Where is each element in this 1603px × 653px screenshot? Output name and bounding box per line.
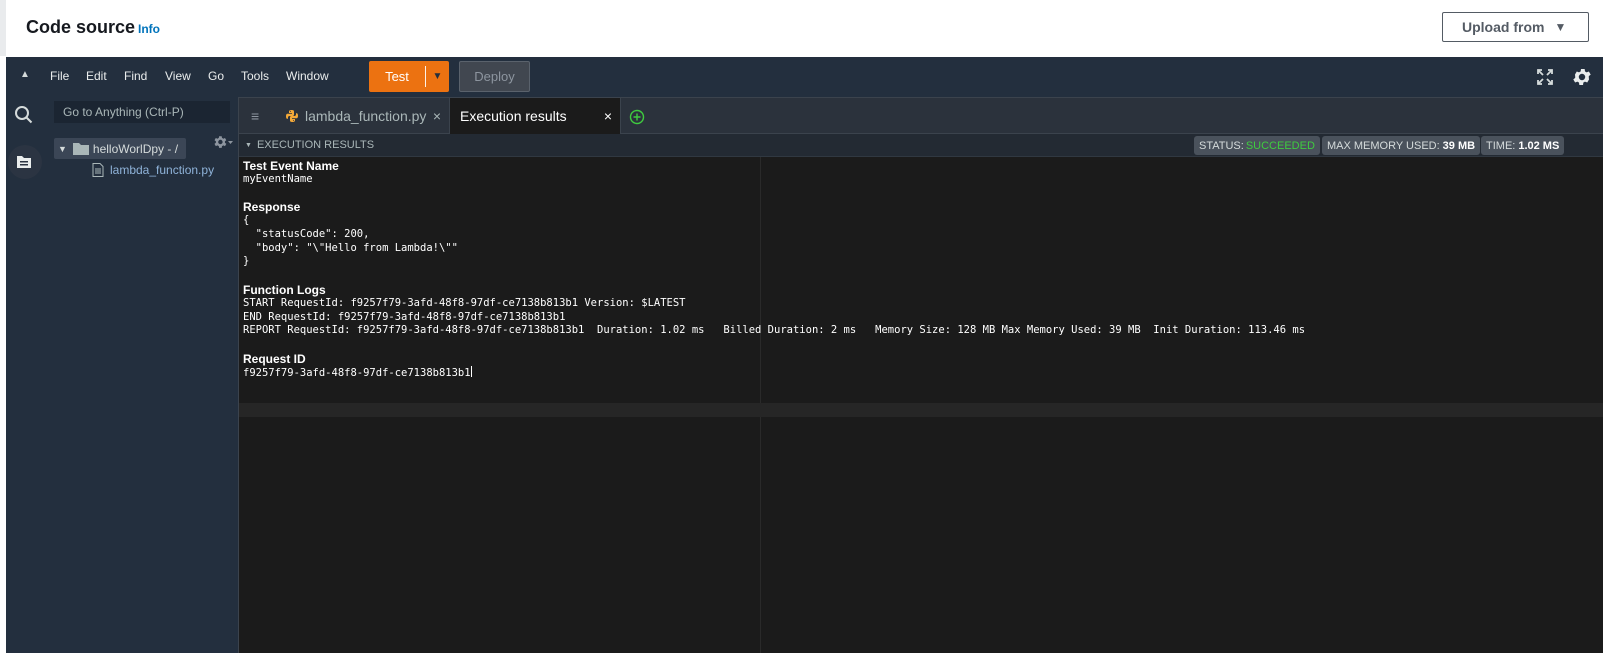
response-line: } xyxy=(243,255,250,268)
tree-folder-root[interactable]: ▼ helloWorlDpy - / xyxy=(54,138,187,159)
folder-icon[interactable] xyxy=(14,152,34,172)
caret-down-icon: ▼ xyxy=(1554,20,1567,34)
cloud9-ide: ▲ File Edit Find View Go Tools Window Te… xyxy=(6,57,1603,653)
folder-icon xyxy=(72,142,89,155)
search-icon[interactable] xyxy=(14,105,34,125)
gear-icon[interactable] xyxy=(1571,66,1593,88)
close-tab-icon[interactable]: × xyxy=(604,108,612,124)
test-button[interactable]: Test ▼ xyxy=(369,61,449,92)
log-line: REPORT RequestId: f9257f79-3afd-48f8-97d… xyxy=(243,324,1306,337)
file-icon xyxy=(92,163,104,177)
request-id-value: f9257f79-3afd-48f8-97df-ce7138b813b1 xyxy=(243,366,471,379)
menu-go[interactable]: Go xyxy=(208,69,224,83)
deploy-button[interactable]: Deploy xyxy=(459,61,530,92)
response-line: "statusCode": 200, xyxy=(243,228,370,241)
tree-settings-gear-icon[interactable] xyxy=(212,135,234,149)
request-id-heading: Request ID xyxy=(243,351,306,366)
close-tab-icon[interactable]: × xyxy=(433,108,441,124)
tab-execution-results[interactable]: Execution results × xyxy=(449,98,621,134)
memory-label: MAX MEMORY USED: xyxy=(1327,139,1440,152)
time-value: 1.02 MS xyxy=(1518,139,1560,152)
ide-left-rail xyxy=(6,97,42,653)
execution-results-toggle[interactable]: ▼ EXECUTION RESULTS xyxy=(245,139,374,151)
text-cursor xyxy=(470,365,472,377)
python-file-icon xyxy=(286,110,298,122)
active-line-highlight xyxy=(239,403,1603,417)
page-title: Code source xyxy=(26,17,136,37)
tab-file-label: lambda_function.py xyxy=(305,108,427,124)
execution-results-header: ▼ EXECUTION RESULTS STATUS: SUCCEEDED MA… xyxy=(239,134,1603,157)
editor-tabbar: ≡ lambda_function.py × Execution results… xyxy=(239,97,1603,134)
test-event-heading: Test Event Name xyxy=(243,159,339,173)
test-button-label: Test xyxy=(385,69,409,84)
upload-from-button[interactable]: Upload from ▼ xyxy=(1442,12,1589,42)
editor-area: ≡ lambda_function.py × Execution results… xyxy=(238,97,1603,653)
menu-tools[interactable]: Tools xyxy=(241,69,269,83)
memory-value: 39 MB xyxy=(1442,139,1476,152)
fullscreen-icon[interactable] xyxy=(1536,68,1554,86)
status-value: SUCCEEDED xyxy=(1245,139,1315,152)
time-badge: TIME: 1.02 MS xyxy=(1481,136,1565,155)
info-link[interactable]: Info xyxy=(138,22,160,36)
tree-file-label: lambda_function.py xyxy=(110,163,215,177)
ide-menubar: ▲ File Edit Find View Go Tools Window Te… xyxy=(6,57,1603,97)
test-dropdown-caret-icon[interactable]: ▼ xyxy=(426,71,449,82)
tree-folder-label: helloWorlDpy - / xyxy=(92,141,179,156)
time-label: TIME: xyxy=(1486,139,1516,152)
test-button-divider xyxy=(425,66,426,87)
menu-find[interactable]: Find xyxy=(124,69,147,83)
upload-from-label: Upload from xyxy=(1462,19,1545,35)
log-line: END RequestId: f9257f79-3afd-48f8-97df-c… xyxy=(243,310,566,323)
tab-menu-icon[interactable]: ≡ xyxy=(251,108,259,124)
status-badge: STATUS: SUCCEEDED xyxy=(1194,136,1320,155)
menu-file[interactable]: File xyxy=(50,69,69,83)
triangle-down-icon: ▼ xyxy=(245,141,252,149)
file-tree-panel: ▼ helloWorlDpy - / lambda_function.py xyxy=(42,97,238,653)
memory-badge: MAX MEMORY USED: 39 MB xyxy=(1322,136,1481,155)
function-logs-heading: Function Logs xyxy=(243,282,326,297)
tab-active-label: Execution results xyxy=(460,108,567,124)
chevron-down-icon: ▼ xyxy=(58,143,67,154)
request-id-line: f9257f79-3afd-48f8-97df-ce7138b813b1 xyxy=(243,365,1598,380)
menu-view[interactable]: View xyxy=(165,69,191,83)
response-line: { xyxy=(243,214,250,227)
menu-edit[interactable]: Edit xyxy=(86,69,107,83)
log-line: START RequestId: f9257f79-3afd-48f8-97df… xyxy=(243,296,686,309)
status-label: STATUS: xyxy=(1199,139,1244,152)
test-event-value: myEventName xyxy=(243,173,313,185)
menu-window[interactable]: Window xyxy=(286,69,329,83)
collapse-menu-icon[interactable]: ▲ xyxy=(20,69,30,80)
response-line: "body": "\"Hello from Lambda!\"" xyxy=(243,241,458,254)
go-to-anything-input[interactable] xyxy=(54,101,230,123)
execution-output[interactable]: Test Event Name myEventName Response { "… xyxy=(243,159,1598,379)
tree-file-lambda-function[interactable]: lambda_function.py xyxy=(92,163,214,177)
execution-results-title: EXECUTION RESULTS xyxy=(256,139,375,151)
add-tab-icon[interactable] xyxy=(629,109,645,125)
tab-lambda-function[interactable]: lambda_function.py × xyxy=(273,98,449,134)
response-heading: Response xyxy=(243,200,301,215)
page-header: Code source Info Upload from ▼ xyxy=(0,0,1603,56)
